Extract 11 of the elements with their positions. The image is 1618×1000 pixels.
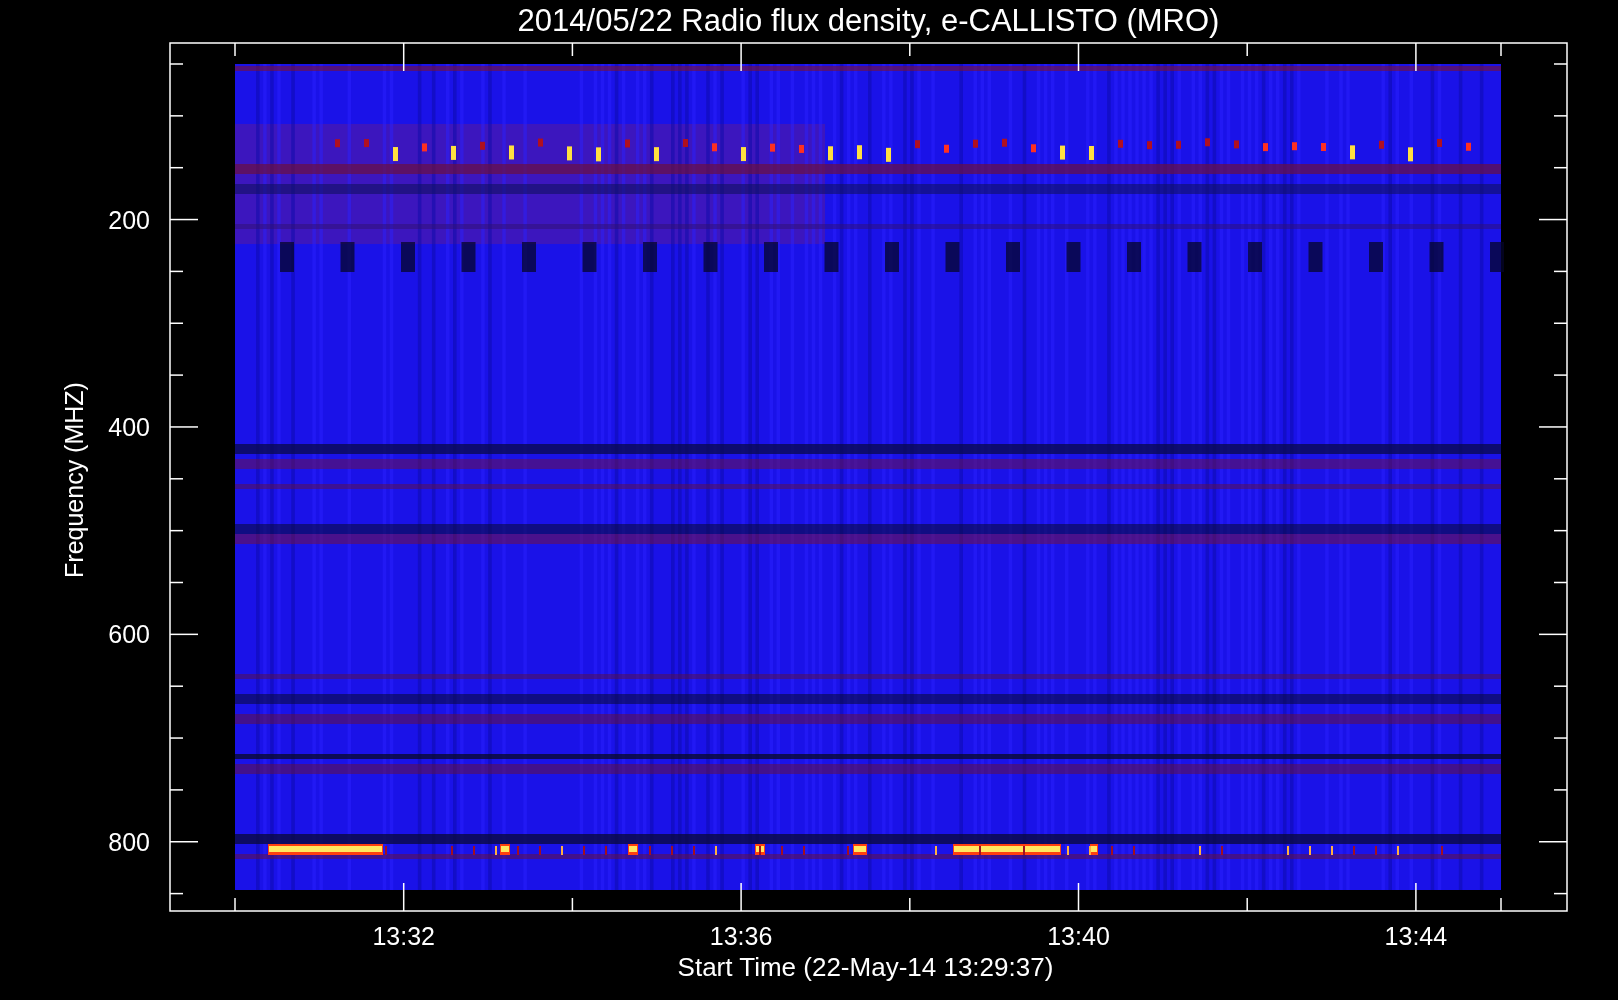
x-tick-label: 13:32 (372, 922, 435, 950)
x-tick-label: 13:40 (1047, 922, 1110, 950)
y-tick-label: 400 (108, 412, 150, 441)
y-tick-label: 800 (108, 827, 150, 856)
x-tick-label: 13:44 (1384, 922, 1448, 950)
x-tick-label: 13:36 (709, 922, 773, 950)
y-tick-label: 200 (108, 205, 150, 234)
chart-title: 2014/05/22 Radio flux density, e-CALLISTO (MRO) (517, 3, 1220, 38)
x-axis-label: Start Time (22-May-14 13:29:37) (677, 952, 1054, 982)
y-axis-label: Frequency (MHZ) (60, 382, 88, 578)
y-tick-label: 600 (108, 620, 150, 649)
